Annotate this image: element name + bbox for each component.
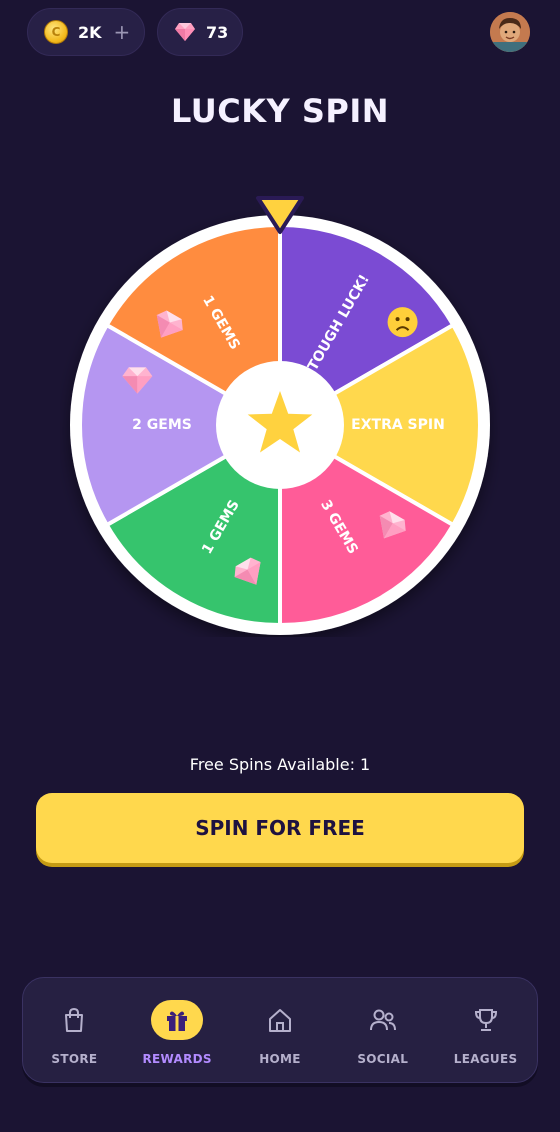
nav-label-social: SOCIAL [357,1052,409,1066]
spin-for-free-button[interactable]: SPIN FOR FREE [36,793,524,863]
nav-label-store: STORE [51,1052,98,1066]
trophy-icon [474,1009,497,1031]
wheel-segment-label: 2 GEMS [132,417,192,433]
coin-icon: C [44,20,68,44]
home-icon [268,1009,291,1032]
coin-balance: 2K [78,22,102,42]
nav-item-social[interactable]: SOCIAL [331,978,434,1082]
sad-face-icon [387,307,418,338]
bag-icon [65,1007,84,1032]
gift-icon [167,1011,188,1031]
gem-balance-pill[interactable]: 73 [157,8,243,56]
free-spins-count: Free Spins Available: 1 [189,755,371,774]
bottom-navigation: STORE REWARDS HOME SOCIAL LEAGUES [22,977,538,1083]
nav-label-home: HOME [259,1052,301,1066]
gem-balance: 73 [206,22,229,42]
nav-item-rewards[interactable]: REWARDS [126,978,229,1082]
gem-icon [175,23,195,41]
prize-wheel[interactable]: TOUGH LUCK!EXTRA SPIN3 GEMS1 GEMS2 GEMS1… [60,192,500,637]
coin-balance-pill[interactable]: C 2K + [27,8,145,56]
page-title: LUCKY SPIN [170,92,389,130]
people-icon [369,1009,396,1031]
wheel-segment-label: EXTRA SPIN [351,417,445,433]
nav-item-store[interactable]: STORE [23,978,126,1082]
add-coins-button[interactable]: + [114,22,131,42]
avatar[interactable] [490,12,530,52]
nav-label-rewards: REWARDS [142,1052,212,1066]
nav-item-leagues[interactable]: LEAGUES [434,978,537,1082]
nav-item-home[interactable]: HOME [229,978,332,1082]
nav-label-leagues: LEAGUES [453,1052,518,1066]
